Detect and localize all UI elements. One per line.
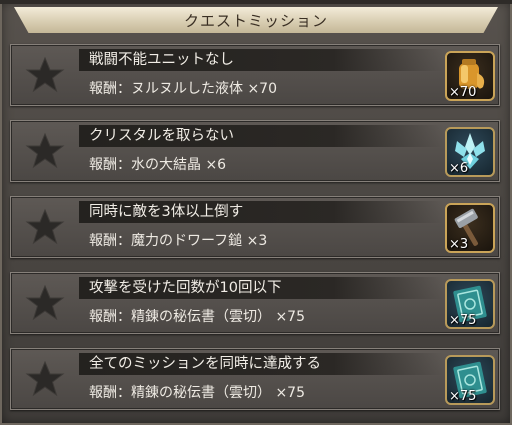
star-icon [17,127,73,175]
top-edge [0,0,512,4]
mission-row: 戦闘不能ユニットなし 報酬：ヌルヌルした液体 ×70 ×70 [10,44,500,106]
water-crystal-icon: ×6 [445,127,495,177]
star-icon [17,51,73,99]
item-quantity: ×6 [449,161,469,176]
dwarf-hammer-icon: ×3 [445,203,495,253]
mission-title: 戦闘不能ユニットなし [79,49,443,71]
star-icon [17,355,73,403]
page-title: クエストミッション [14,7,498,33]
star-icon [17,279,73,327]
mission-title: 全てのミッションを同時に達成する [79,353,443,375]
mission-reward: 報酬：精錬の秘伝書（雲切） ×75 [89,309,305,325]
item-quantity: ×75 [449,389,477,404]
secret-tome-icon: ×75 [445,355,495,405]
mission-row: 同時に敵を3体以上倒す 報酬：魔力のドワーフ鎚 ×3 ×3 [10,196,500,258]
mission-row: 全てのミッションを同時に達成する 報酬：精錬の秘伝書（雲切） ×75 ×75 [10,348,500,410]
slime-jar-icon: ×70 [445,51,495,101]
item-quantity: ×75 [449,313,477,328]
mission-title: 同時に敵を3体以上倒す [79,201,443,223]
mission-reward: 報酬：ヌルヌルした液体 ×70 [89,81,277,97]
item-quantity: ×70 [449,85,477,100]
mission-row: 攻撃を受けた回数が10回以下 報酬：精錬の秘伝書（雲切） ×75 ×75 [10,272,500,334]
mission-title: 攻撃を受けた回数が10回以下 [79,277,443,299]
secret-tome-icon: ×75 [445,279,495,329]
mission-title: クリスタルを取らない [79,125,443,147]
mission-row: クリスタルを取らない 報酬：水の大結晶 ×6 ×6 [10,120,500,182]
star-icon [17,203,73,251]
mission-reward: 報酬：水の大結晶 ×6 [89,157,227,173]
item-quantity: ×3 [449,237,469,252]
mission-reward: 報酬：精錬の秘伝書（雲切） ×75 [89,385,305,401]
mission-reward: 報酬：魔力のドワーフ鎚 ×3 [89,233,268,249]
